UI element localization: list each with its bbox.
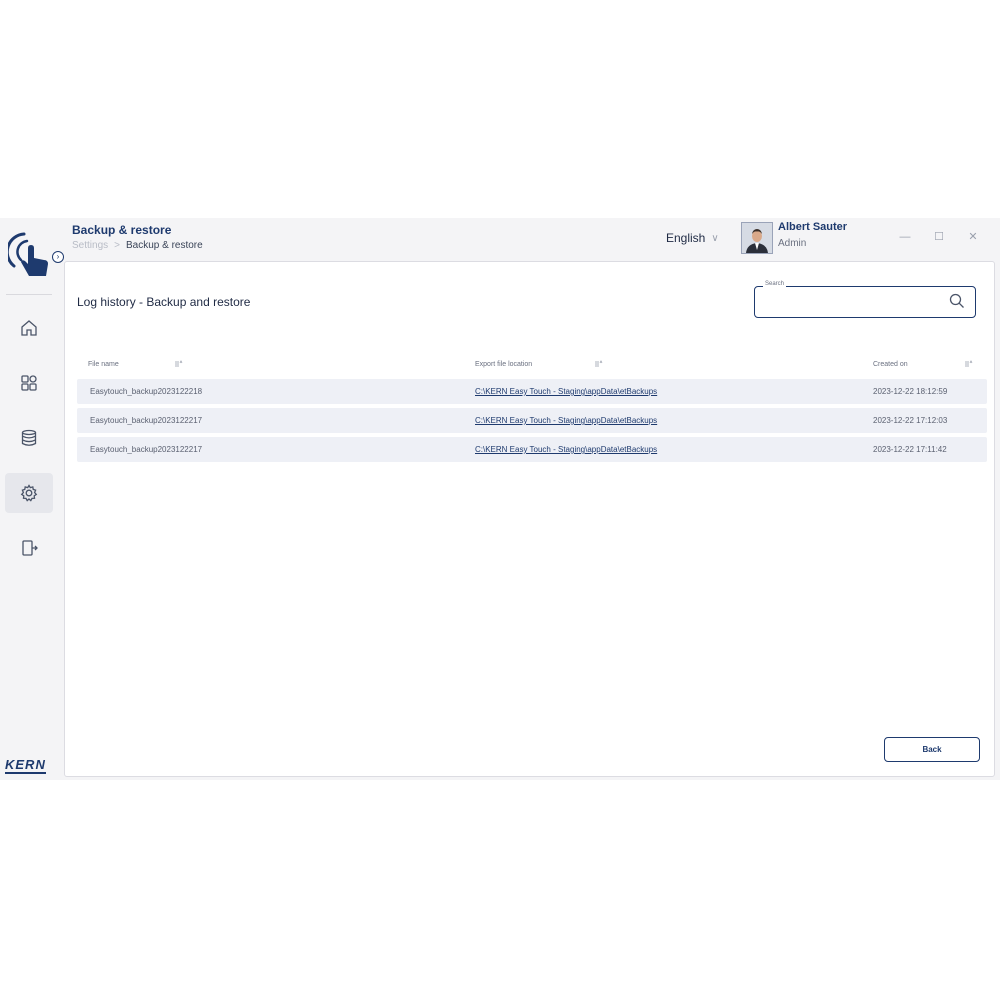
sidebar: › KERN: [0, 218, 64, 780]
breadcrumb-settings-link[interactable]: Settings: [72, 240, 108, 251]
breadcrumb-separator: >: [114, 240, 120, 251]
sidebar-item-settings[interactable]: [5, 473, 53, 513]
breadcrumb-current: Backup & restore: [125, 240, 203, 251]
table-row[interactable]: Easytouch_backup2023122217 C:\KERN Easy …: [77, 408, 987, 433]
cell-file-name: Easytouch_backup2023122217: [90, 416, 203, 425]
apps-grid-icon: [21, 375, 37, 391]
sort-icon[interactable]: [175, 360, 183, 368]
avatar[interactable]: [741, 222, 773, 254]
table-row[interactable]: Easytouch_backup2023122218 C:\KERN Easy …: [77, 379, 987, 404]
column-header-file-name[interactable]: File name: [88, 361, 119, 368]
sidebar-item-database[interactable]: [5, 418, 53, 458]
cell-file-name: Easytouch_backup2023122218: [90, 387, 203, 396]
sidebar-item-logout[interactable]: [5, 528, 53, 568]
cell-created-on: 2023-12-22 17:12:03: [873, 416, 948, 425]
language-label: English: [666, 231, 706, 245]
main-panel: Log history - Backup and restore Search …: [64, 261, 995, 777]
language-selector[interactable]: English ∨: [666, 231, 719, 245]
app-window: › KERN Backup & restore Settings > Backu…: [0, 218, 1000, 780]
home-icon: [21, 320, 37, 336]
sidebar-expand-icon[interactable]: ›: [52, 251, 64, 263]
logout-icon: [22, 540, 38, 556]
column-header-created-on[interactable]: Created on: [873, 361, 908, 368]
user-name: Albert Sauter: [778, 221, 848, 233]
minimize-button[interactable]: —: [898, 230, 912, 244]
section-title: Log history - Backup and restore: [77, 295, 251, 309]
sort-icon[interactable]: [965, 360, 973, 368]
cell-export-location-link[interactable]: C:\KERN Easy Touch - Staging\appData\etB…: [475, 445, 657, 454]
user-photo-icon: [742, 223, 772, 253]
chevron-down-icon: ∨: [711, 232, 719, 244]
table-row[interactable]: Easytouch_backup2023122217 C:\KERN Easy …: [77, 437, 987, 462]
search-input[interactable]: [763, 293, 947, 313]
sidebar-item-home[interactable]: [5, 308, 53, 348]
back-button[interactable]: Back: [884, 737, 980, 762]
search-box[interactable]: Search: [754, 281, 976, 318]
sidebar-item-apps[interactable]: [5, 363, 53, 403]
cell-created-on: 2023-12-22 18:12:59: [873, 387, 948, 396]
cell-export-location-link[interactable]: C:\KERN Easy Touch - Staging\appData\etB…: [475, 416, 657, 425]
gear-icon: [20, 484, 38, 502]
column-header-export-location[interactable]: Export file location: [475, 361, 532, 368]
search-icon[interactable]: [949, 293, 965, 309]
search-label: Search: [763, 281, 787, 287]
cell-export-location-link[interactable]: C:\KERN Easy Touch - Staging\appData\etB…: [475, 387, 657, 396]
database-icon: [21, 429, 37, 446]
touch-logo-icon: [8, 232, 48, 276]
breadcrumb: Settings > Backup & restore: [72, 240, 203, 251]
kern-brand-logo: KERN: [5, 757, 46, 774]
maximize-button[interactable]: ☐: [932, 230, 946, 244]
close-button[interactable]: ✕: [966, 230, 980, 244]
page-title: Backup & restore: [72, 223, 172, 237]
sort-icon[interactable]: [595, 360, 603, 368]
sidebar-divider: [6, 294, 52, 295]
user-role: Admin: [778, 238, 807, 249]
cell-created-on: 2023-12-22 17:11:42: [873, 445, 947, 454]
cell-file-name: Easytouch_backup2023122217: [90, 445, 203, 454]
